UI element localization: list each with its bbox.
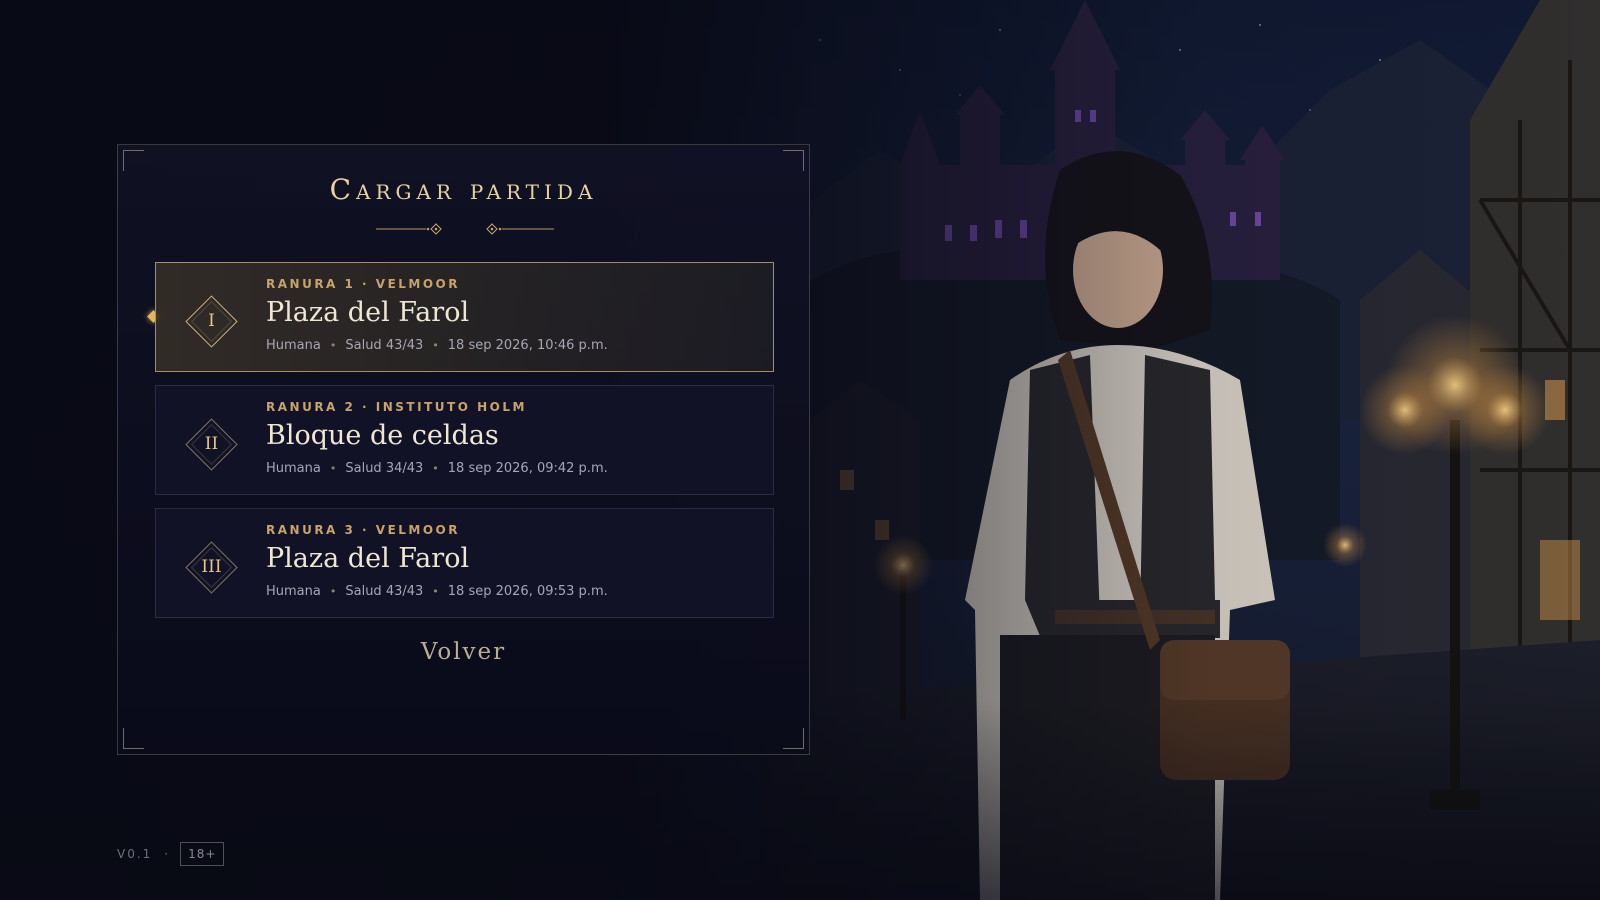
slot-numeral: I	[208, 311, 215, 331]
slot-label: Ranura 2 · Instituto Holm	[266, 400, 527, 414]
slot-numeral: III	[201, 557, 222, 577]
footer: V0.1 · 18+	[117, 842, 225, 866]
slot-race: Humana	[266, 461, 321, 476]
corner-ornament	[783, 728, 804, 749]
slot-meta: Humana • Salud 34/43 • 18 sep 2026, 09:42 p.…	[266, 461, 608, 476]
save-slot-2[interactable]: II Ranura 2 · Instituto Holm Bloque de c…	[155, 385, 774, 495]
slot-race: Humana	[266, 584, 321, 599]
version-label: V0.1	[117, 847, 153, 861]
slot-health: Salud 34/43	[345, 461, 424, 476]
bullet-icon: •	[432, 462, 439, 475]
slot-numeral: II	[204, 434, 219, 454]
slot-health: Salud 43/43	[345, 338, 424, 353]
slot-meta: Humana • Salud 43/43 • 18 sep 2026, 09:53 p.…	[266, 584, 608, 599]
footer-separator: ·	[164, 847, 169, 861]
bullet-icon: •	[432, 585, 439, 598]
back-button[interactable]: Volver	[118, 635, 809, 669]
panel-title: Cargar partida	[329, 173, 598, 206]
slot-label: Ranura 3 · Velmoor	[266, 523, 460, 537]
slot-title: Bloque de celdas	[266, 420, 499, 451]
title-divider-ornament	[376, 223, 554, 235]
slot-date: 18 sep 2026, 09:53 p.m.	[447, 584, 608, 599]
slot-health: Salud 43/43	[345, 584, 424, 599]
corner-ornament	[123, 150, 144, 171]
age-rating-badge: 18+	[180, 842, 225, 866]
bullet-icon: •	[432, 339, 439, 352]
save-slot-3[interactable]: III Ranura 3 · Velmoor Plaza del Farol H…	[155, 508, 774, 618]
bullet-icon: •	[329, 585, 337, 598]
corner-ornament	[123, 728, 144, 749]
slot-title: Plaza del Farol	[266, 297, 470, 328]
slot-title: Plaza del Farol	[266, 543, 470, 574]
bullet-icon: •	[329, 339, 337, 352]
slot-race: Humana	[266, 338, 321, 353]
bullet-icon: •	[329, 462, 337, 475]
back-button-label: Volver	[420, 639, 507, 665]
slot-date: 18 sep 2026, 09:42 p.m.	[447, 461, 608, 476]
slot-label: Ranura 1 · Velmoor	[266, 277, 460, 291]
save-slot-1[interactable]: I Ranura 1 · Velmoor Plaza del Farol Hum…	[155, 262, 774, 372]
corner-ornament	[783, 150, 804, 171]
slot-date: 18 sep 2026, 10:46 p.m.	[447, 338, 608, 353]
slot-meta: Humana • Salud 43/43 • 18 sep 2026, 10:46 p.…	[266, 338, 608, 353]
